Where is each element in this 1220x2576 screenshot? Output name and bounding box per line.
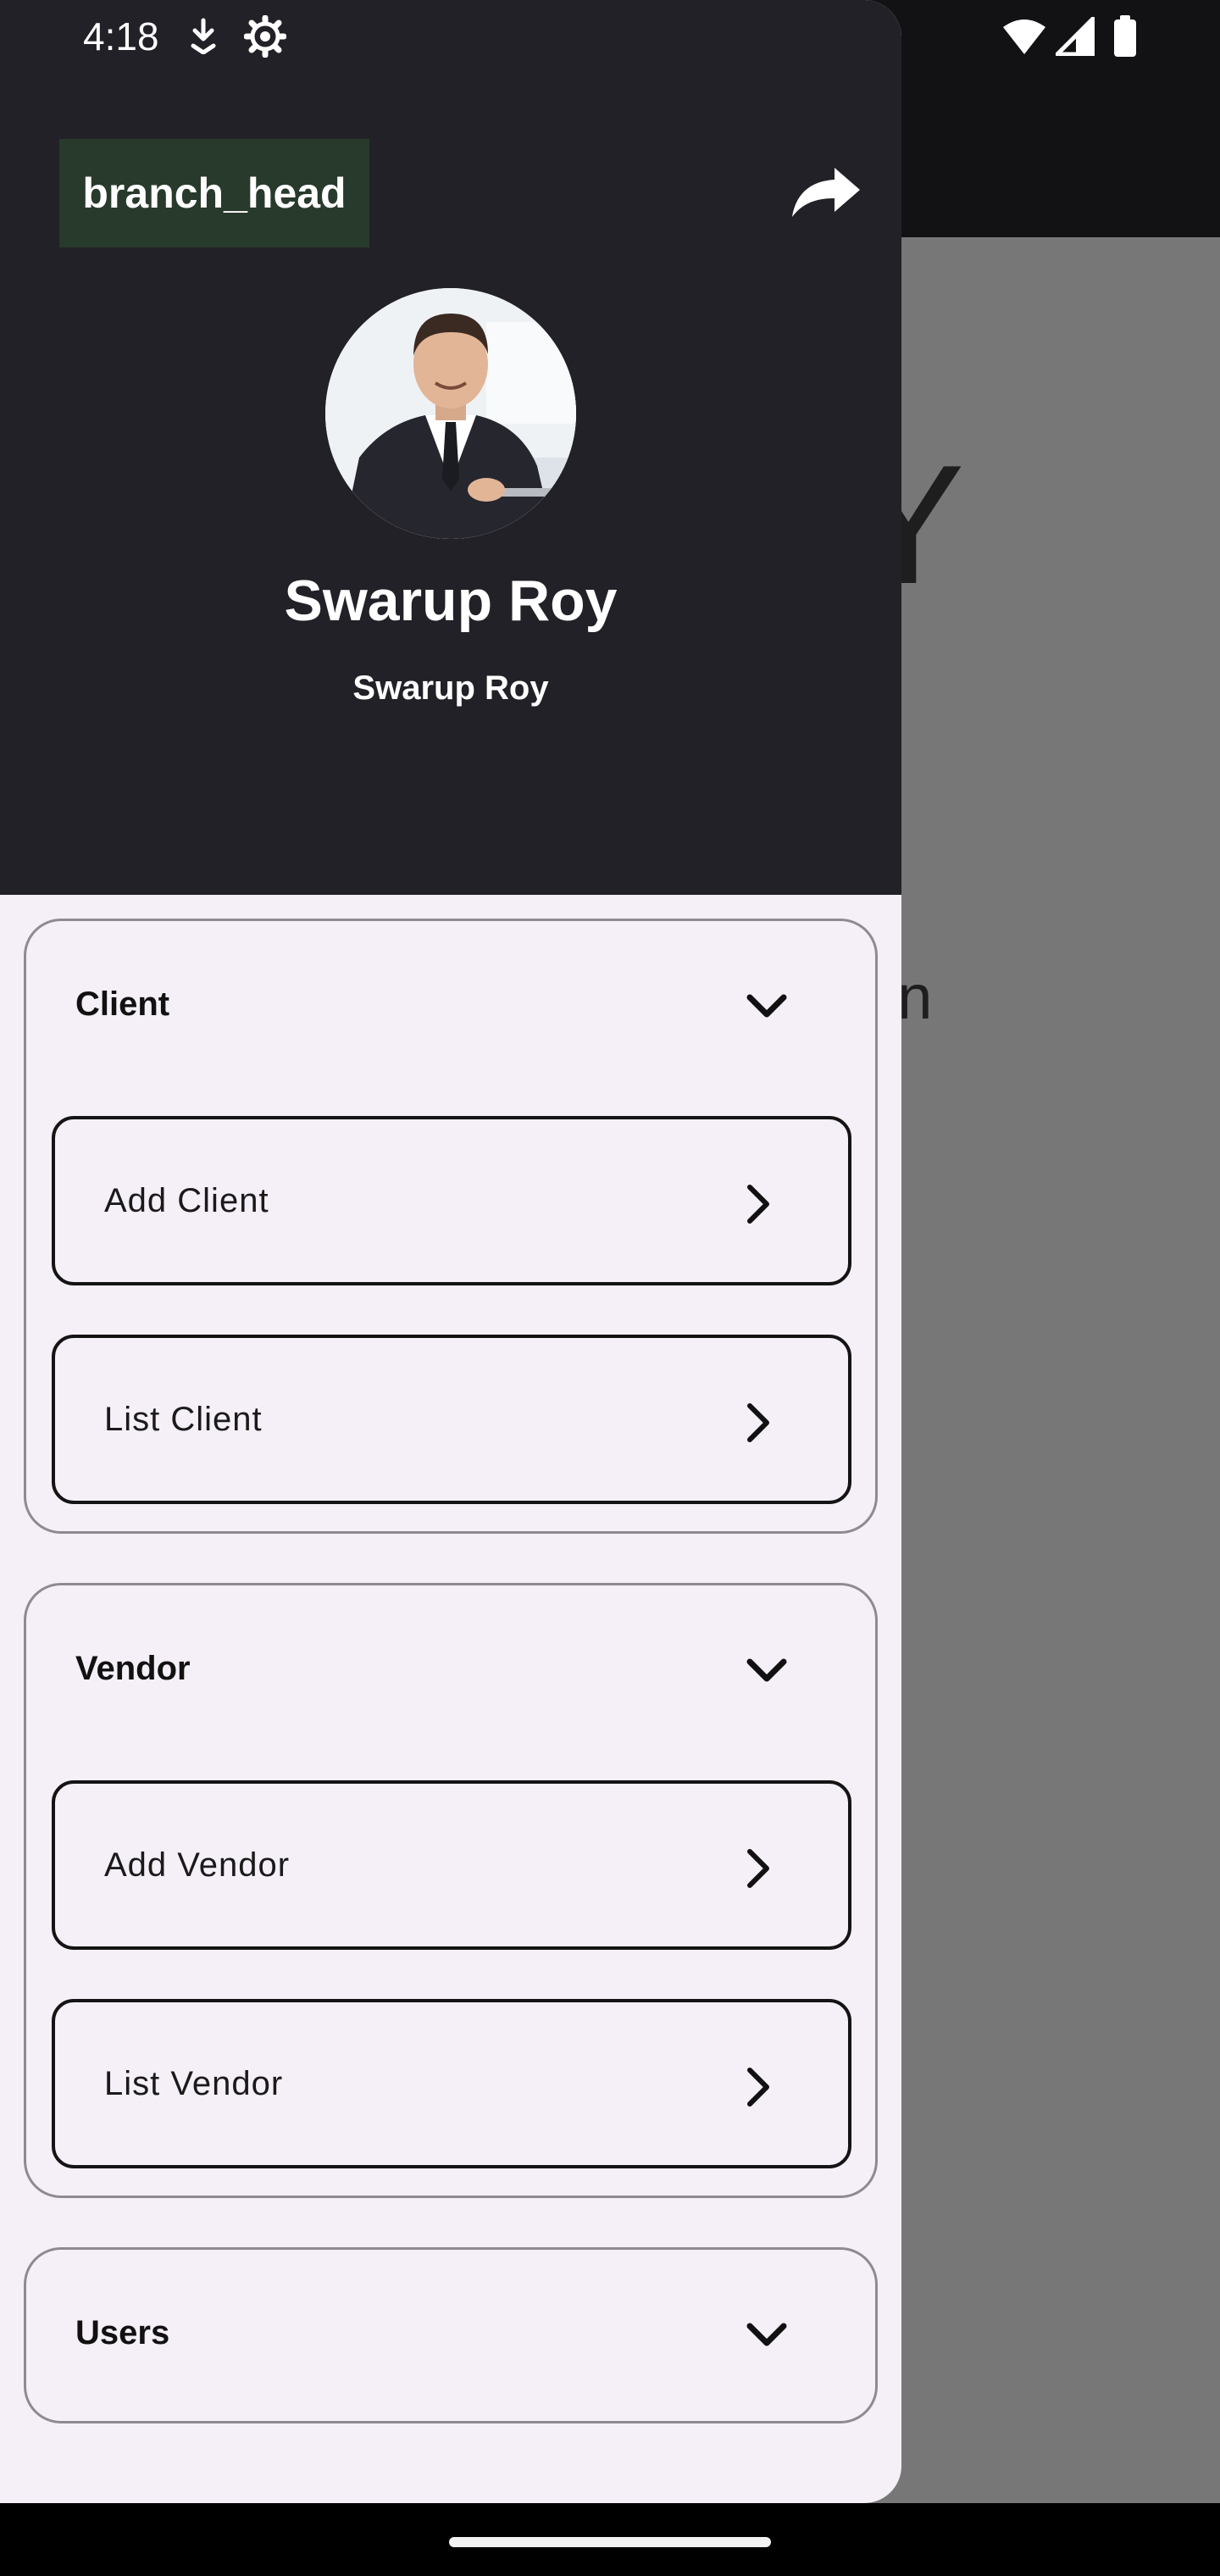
- chevron-right-icon: [745, 1182, 772, 1226]
- menu-item-add-vendor[interactable]: Add Vendor: [52, 1780, 851, 1950]
- menu-item-add-client[interactable]: Add Client: [52, 1116, 851, 1285]
- section-title-vendor: Vendor: [75, 1650, 191, 1687]
- home-gesture-handle[interactable]: [449, 2537, 771, 2547]
- chevron-down-icon: [743, 2318, 790, 2351]
- section-title-users: Users: [75, 2314, 170, 2351]
- section-header-client[interactable]: Client: [26, 921, 875, 1091]
- section-header-vendor[interactable]: Vendor: [26, 1585, 875, 1755]
- section-header-users[interactable]: Users: [26, 2250, 875, 2419]
- gear-icon: [243, 14, 287, 62]
- chevron-down-icon: [743, 989, 790, 1023]
- role-badge: branch_head: [59, 139, 369, 247]
- navigation-drawer: branch_head Swarup Roy Swarup Roy Client…: [0, 0, 901, 2503]
- menu-item-list-vendor[interactable]: List Vendor: [52, 1999, 851, 2168]
- status-time: 4:18: [83, 14, 159, 58]
- status-bar: 4:18: [0, 0, 1220, 75]
- drawer-header: branch_head Swarup Roy Swarup Roy: [0, 0, 901, 895]
- chevron-down-icon: [743, 1653, 790, 1687]
- menu-item-label: List Client: [104, 1401, 263, 1438]
- menu-item-label: List Vendor: [104, 2065, 284, 2102]
- section-vendor: Vendor Add Vendor List Vendor: [24, 1583, 878, 2198]
- chevron-right-icon: [745, 1401, 772, 1445]
- battery-icon: [1113, 15, 1137, 62]
- section-client: Client Add Client List Client: [24, 919, 878, 1534]
- share-button[interactable]: [788, 159, 864, 227]
- cellular-signal-icon: [1055, 16, 1095, 60]
- avatar: [325, 288, 576, 539]
- menu-item-label: Add Vendor: [104, 1846, 291, 1884]
- section-title-client: Client: [75, 985, 170, 1023]
- chevron-right-icon: [745, 1846, 772, 1890]
- profile-subtitle: Swarup Roy: [352, 669, 549, 707]
- profile-name: Swarup Roy: [284, 569, 618, 633]
- section-users: Users: [24, 2247, 878, 2423]
- wifi-icon: [1001, 19, 1047, 60]
- system-navigation-bar: [0, 2503, 1220, 2576]
- menu-item-list-client[interactable]: List Client: [52, 1335, 851, 1504]
- chevron-right-icon: [745, 2065, 772, 2109]
- share-icon: [790, 164, 862, 223]
- menu-item-label: Add Client: [104, 1182, 269, 1219]
- download-arrow-icon: [188, 17, 219, 58]
